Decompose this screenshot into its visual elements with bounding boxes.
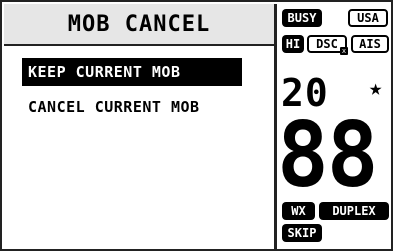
status-row-top: BUSY USA [282,9,390,29]
screen-title: MOB CANCEL [4,4,274,46]
status-row-second: HI DSC x AIS [282,33,390,55]
duplex-badge: DUPLEX [319,202,389,220]
status-row-bottom: WX DUPLEX [282,202,390,222]
ais-badge: AIS [351,35,389,53]
favorite-star-icon: ★ [369,76,383,101]
wx-badge: WX [282,202,315,220]
keep-current-mob-option[interactable]: KEEP CURRENT MOB [22,58,242,86]
power-badge: HI [282,35,304,53]
radio-display: MOB CANCEL KEEP CURRENT MOB CANCEL CURRE… [0,0,393,251]
region-badge: USA [348,9,388,27]
menu-panel: MOB CANCEL KEEP CURRENT MOB CANCEL CURRE… [4,4,274,251]
channel-big-readout: 88 [277,102,379,208]
dsc-close-icon: x [340,47,348,55]
mob-options-menu: KEEP CURRENT MOB CANCEL CURRENT MOB [22,58,242,128]
status-row-skip: SKIP [282,224,390,244]
busy-badge: BUSY [282,9,322,27]
skip-badge: SKIP [282,224,322,242]
status-panel: BUSY USA HI DSC x AIS 20 ★ 88 WX DUPLEX … [277,4,393,251]
cancel-current-mob-option[interactable]: CANCEL CURRENT MOB [22,93,242,121]
